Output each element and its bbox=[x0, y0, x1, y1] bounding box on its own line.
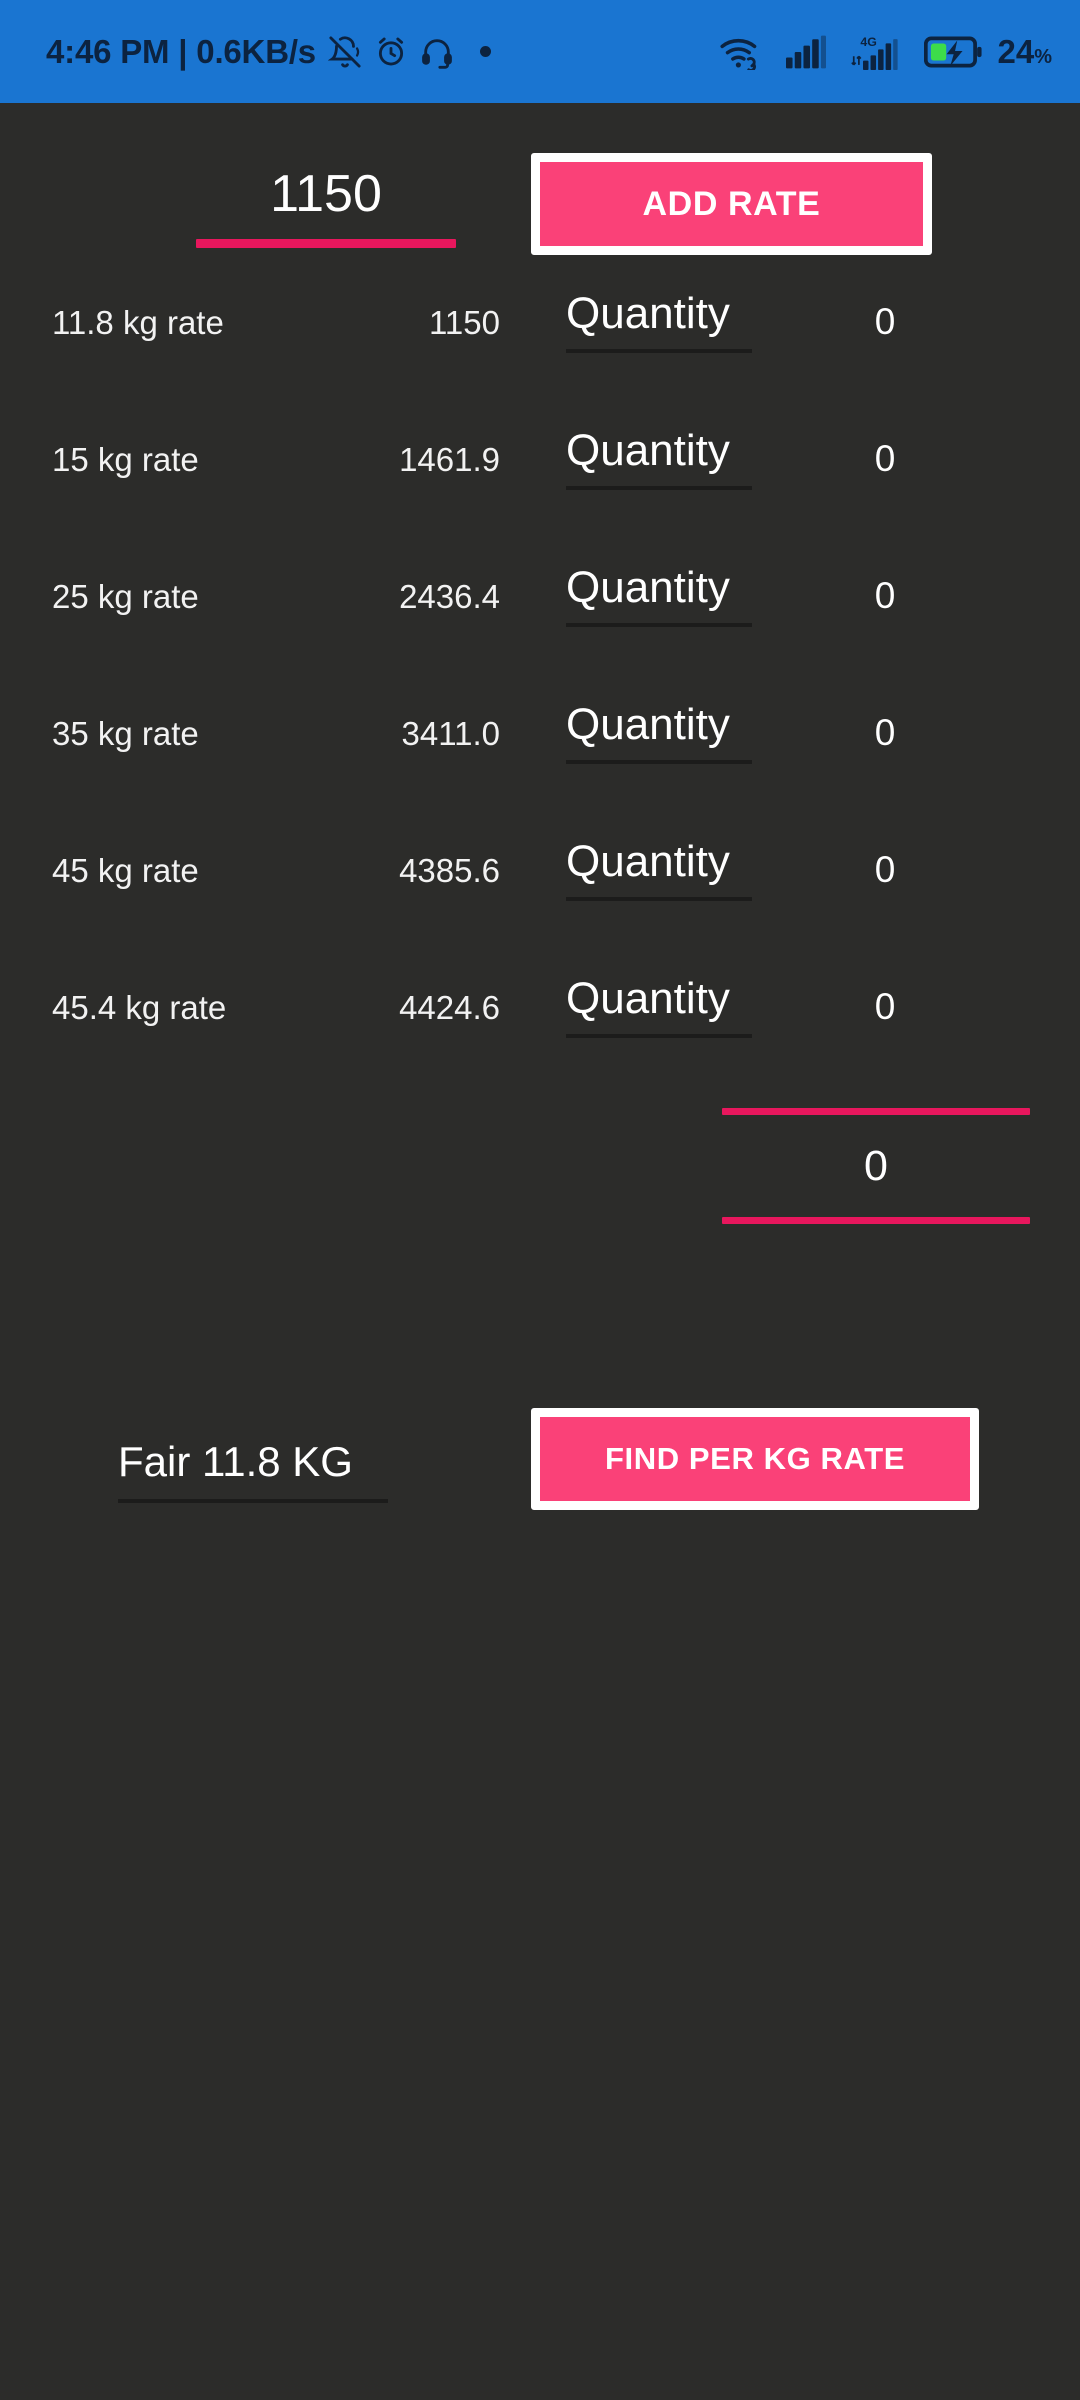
quantity-placeholder: Quantity bbox=[566, 563, 730, 612]
quantity-underline bbox=[566, 1034, 752, 1038]
battery-percent: 24% bbox=[997, 33, 1052, 71]
row-total: 0 bbox=[874, 849, 896, 890]
table-row: 25 kg rate 2436.4 Quantity 0 bbox=[0, 545, 1080, 682]
rate-input[interactable]: 1150 bbox=[196, 157, 456, 248]
row-total: 0 bbox=[874, 575, 896, 616]
grand-total: 0 bbox=[722, 1108, 1030, 1224]
battery-percent-value: 24 bbox=[997, 32, 1035, 70]
row-rate: 2436.4 bbox=[399, 578, 500, 615]
status-bar-right: 4G 24% bbox=[707, 33, 1058, 71]
quantity-placeholder: Quantity bbox=[566, 974, 730, 1023]
quantity-placeholder: Quantity bbox=[566, 289, 730, 338]
add-rate-button[interactable]: ADD RATE bbox=[531, 153, 932, 255]
status-bar: 4:46 PM | 0.6KB/s 4G 24% bbox=[0, 0, 1080, 103]
quantity-placeholder: Quantity bbox=[566, 700, 730, 749]
quantity-input[interactable]: Quantity bbox=[566, 420, 752, 490]
quantity-placeholder: Quantity bbox=[566, 837, 730, 886]
signal-bars-icon bbox=[786, 35, 827, 69]
row-total: 0 bbox=[874, 301, 896, 342]
rate-table: 11.8 kg rate 1150 Quantity 0 15 kg rate … bbox=[0, 271, 1080, 1093]
app-screen: 4:46 PM | 0.6KB/s 4G 24% 1150 ADD RATE 1… bbox=[0, 0, 1080, 2400]
row-total: 0 bbox=[874, 986, 896, 1027]
signal-4g-icon: 4G bbox=[851, 33, 899, 71]
table-row: 11.8 kg rate 1150 Quantity 0 bbox=[0, 271, 1080, 408]
quantity-input[interactable]: Quantity bbox=[566, 968, 752, 1038]
alarm-clock-icon bbox=[374, 35, 408, 69]
dot-icon bbox=[479, 46, 491, 57]
find-per-kg-rate-button[interactable]: FIND PER KG RATE bbox=[531, 1408, 979, 1510]
quantity-underline bbox=[566, 486, 752, 490]
quantity-underline bbox=[566, 623, 752, 627]
table-row: 35 kg rate 3411.0 Quantity 0 bbox=[0, 682, 1080, 819]
fair-weight-underline bbox=[118, 1499, 388, 1503]
status-clock: 4:46 PM | 0.6KB/s bbox=[46, 32, 316, 70]
row-rate: 1461.9 bbox=[399, 441, 500, 478]
main-content: 1150 ADD RATE 11.8 kg rate 1150 Quantity… bbox=[0, 103, 1080, 2400]
row-rate: 3411.0 bbox=[401, 715, 500, 752]
headset-icon bbox=[420, 35, 454, 69]
grand-total-bottom-rule bbox=[722, 1217, 1030, 1224]
status-bar-left: 4:46 PM | 0.6KB/s bbox=[46, 33, 491, 71]
row-label: 35 kg rate bbox=[52, 715, 199, 752]
rate-input-underline bbox=[196, 239, 456, 248]
bell-off-icon bbox=[327, 35, 362, 69]
row-rate: 4424.6 bbox=[399, 989, 500, 1026]
quantity-input[interactable]: Quantity bbox=[566, 557, 752, 627]
table-row: 15 kg rate 1461.9 Quantity 0 bbox=[0, 408, 1080, 545]
wifi-link-icon bbox=[719, 34, 761, 70]
quantity-underline bbox=[566, 349, 752, 353]
percent-symbol: % bbox=[1034, 45, 1052, 68]
fair-weight-input[interactable]: Fair 11.8 KG bbox=[118, 1431, 388, 1503]
quantity-placeholder: Quantity bbox=[566, 426, 730, 475]
quantity-input[interactable]: Quantity bbox=[566, 694, 752, 764]
battery-charging-icon bbox=[924, 35, 983, 69]
quantity-input[interactable]: Quantity bbox=[566, 831, 752, 901]
bottom-row: Fair 11.8 KG FIND PER KG RATE bbox=[0, 1408, 1080, 1558]
top-row: 1150 ADD RATE bbox=[0, 139, 1080, 289]
quantity-underline bbox=[566, 897, 752, 901]
row-label: 25 kg rate bbox=[52, 578, 199, 615]
row-total: 0 bbox=[874, 712, 896, 753]
svg-text:4G: 4G bbox=[861, 35, 877, 49]
quantity-underline bbox=[566, 760, 752, 764]
rate-input-value: 1150 bbox=[270, 165, 382, 223]
row-total: 0 bbox=[874, 438, 896, 479]
row-label: 15 kg rate bbox=[52, 441, 199, 478]
row-rate: 4385.6 bbox=[399, 852, 500, 889]
row-label: 45 kg rate bbox=[52, 852, 199, 889]
grand-total-value: 0 bbox=[864, 1142, 888, 1190]
table-row: 45 kg rate 4385.6 Quantity 0 bbox=[0, 819, 1080, 956]
grand-total-top-rule bbox=[722, 1108, 1030, 1115]
table-row: 45.4 kg rate 4424.6 Quantity 0 bbox=[0, 956, 1080, 1093]
row-rate: 1150 bbox=[429, 304, 500, 341]
fair-weight-value: Fair 11.8 KG bbox=[118, 1438, 353, 1485]
row-label: 11.8 kg rate bbox=[52, 304, 224, 341]
quantity-input[interactable]: Quantity bbox=[566, 283, 752, 353]
row-label: 45.4 kg rate bbox=[52, 989, 227, 1026]
